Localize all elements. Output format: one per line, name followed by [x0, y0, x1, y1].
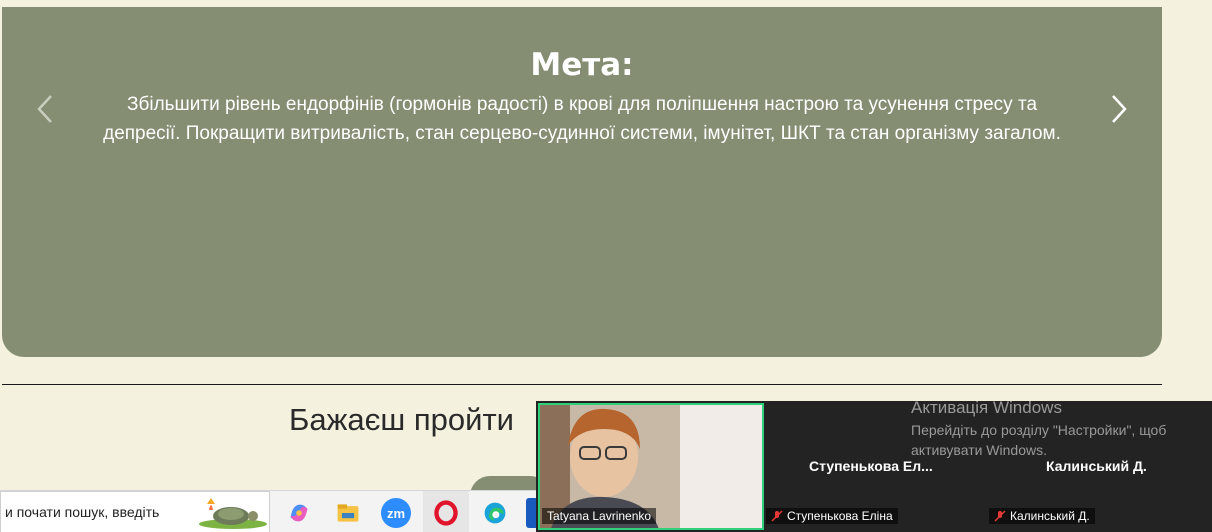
copilot-icon[interactable]	[284, 498, 314, 528]
participant-1-big-name: Ступенькова Ел...	[809, 458, 933, 474]
participant-2-big-name: Калинський Д.	[1046, 458, 1147, 474]
participant-1-name: Ступенькова Еліна	[787, 509, 893, 523]
carousel-prev-button[interactable]	[30, 89, 60, 129]
chevron-right-icon	[1112, 95, 1127, 123]
mic-muted-icon	[771, 510, 783, 522]
zoom-icon-label: zm	[386, 505, 406, 521]
chevron-left-icon	[37, 95, 52, 123]
mic-muted-icon	[994, 510, 1006, 522]
video-tile-self[interactable]: Tatyana Lavrinenko	[538, 403, 764, 530]
opera-icon[interactable]	[431, 498, 461, 528]
section-divider	[2, 384, 1162, 385]
carousel-next-button[interactable]	[1104, 89, 1134, 129]
goal-carousel: Мета: Збільшити рівень ендорфінів (гормо…	[2, 7, 1162, 357]
participant-2-name: Калинський Д.	[1010, 509, 1090, 523]
activation-title: Активація Windows	[911, 398, 1062, 417]
participant-1-label: Ступенькова Еліна	[766, 508, 898, 524]
participant-2-label: Калинський Д.	[989, 508, 1095, 524]
windows-activation-watermark: Активація Windows Перейдіть до розділу "…	[911, 398, 1201, 460]
file-explorer-icon[interactable]	[333, 498, 363, 528]
carousel-text: Збільшити рівень ендорфінів (гормонів ра…	[103, 94, 1061, 144]
zoom-icon[interactable]: zm	[381, 498, 411, 528]
edge-icon[interactable]	[480, 498, 510, 528]
taskbar-search-box[interactable]: и почати пошук, введіть	[0, 491, 270, 532]
windows-taskbar: и почати пошук, введіть zm	[0, 490, 540, 532]
self-name-label: Tatyana Lavrinenko	[542, 508, 657, 524]
carousel-title: Мета:	[530, 47, 634, 83]
taskbar-search-text: и почати пошук, введіть	[5, 504, 160, 520]
activation-message: Перейдіть до розділу "Настройки", щоб ак…	[911, 422, 1167, 458]
turtle-icon	[199, 498, 267, 529]
cta-heading: Бажаєш пройти	[289, 402, 514, 437]
